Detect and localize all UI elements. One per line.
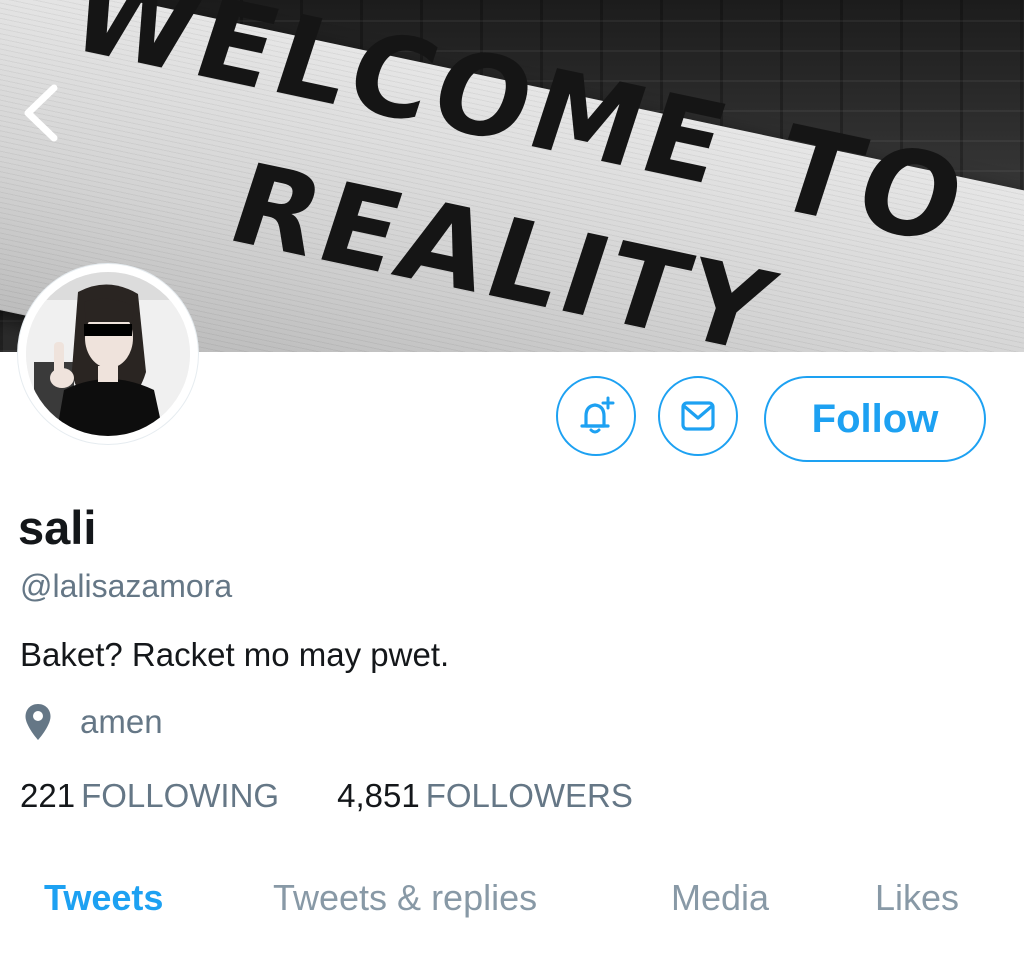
location-text: amen (80, 703, 163, 740)
avatar[interactable] (18, 264, 198, 444)
map-pin-icon (25, 704, 51, 740)
follow-button[interactable]: Follow (764, 376, 986, 462)
tab-likes[interactable]: Likes (875, 874, 959, 922)
notifications-button[interactable] (556, 376, 636, 456)
following-stat[interactable]: 221 FOLLOWING (20, 774, 279, 818)
avatar-photo (26, 272, 190, 436)
envelope-icon (681, 401, 715, 431)
user-handle: @lalisazamora (20, 568, 233, 604)
profile-bio: Baket? Racket mo may pwet. (20, 636, 450, 673)
display-name: sali (18, 501, 97, 554)
following-count: 221 (20, 777, 76, 814)
bell-plus-icon (580, 396, 615, 434)
followers-stat[interactable]: 4,851 FOLLOWERS (337, 774, 633, 818)
avatar-illustration (26, 272, 190, 436)
tab-media[interactable]: Media (671, 874, 769, 922)
profile-stats: 221 FOLLOWING 4,851 FOLLOWERS (20, 774, 633, 818)
followers-count: 4,851 (337, 777, 420, 814)
tab-tweets[interactable]: Tweets (44, 874, 163, 922)
profile-location: amen (24, 700, 163, 744)
chevron-left-icon (24, 84, 58, 142)
following-label: FOLLOWING (81, 777, 280, 814)
profile-page: WELCOME TO REALITY Follow sali @lalisaza… (0, 0, 1024, 954)
message-button[interactable] (658, 376, 738, 456)
back-button[interactable] (18, 78, 68, 148)
tab-tweets-and-replies[interactable]: Tweets & replies (273, 874, 537, 922)
followers-label: FOLLOWERS (425, 777, 633, 814)
